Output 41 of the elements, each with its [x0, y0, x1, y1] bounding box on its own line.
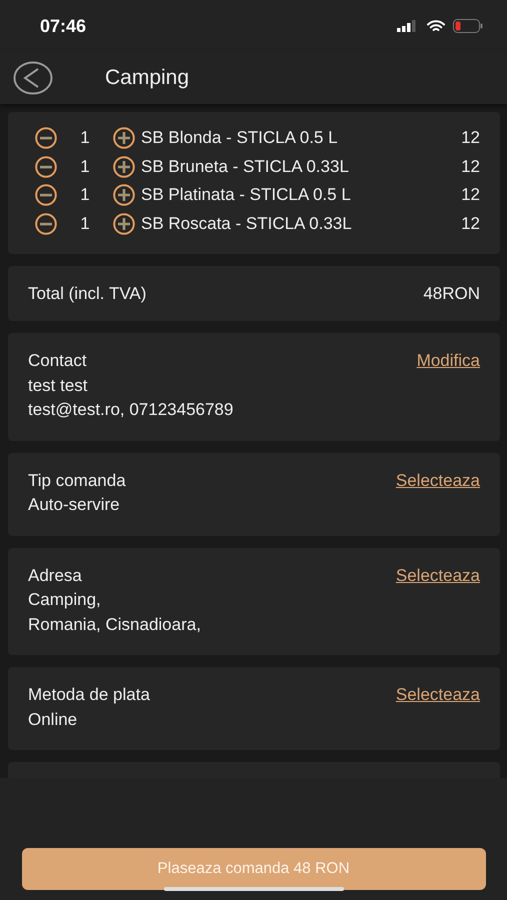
section-action-link[interactable]: Selecteaza	[396, 683, 480, 708]
plus-icon[interactable]	[113, 127, 135, 150]
item-quantity: 1	[79, 156, 91, 177]
back-icon[interactable]	[13, 61, 53, 95]
item-name: SB Roscata - STICLA 0.33L	[141, 214, 353, 234]
section-detail: Camping,	[28, 589, 102, 611]
total-value: 48RON	[423, 284, 480, 304]
page-title: Camping	[105, 66, 190, 90]
minus-icon[interactable]	[35, 212, 57, 235]
plus-icon[interactable]	[113, 212, 135, 235]
item-price: 12	[461, 214, 480, 234]
item-price: 12	[461, 128, 480, 148]
item-quantity: 1	[79, 214, 91, 234]
section-detail: Online	[28, 708, 78, 730]
item-quantity: 1	[79, 128, 91, 148]
section-title: Tip comanda	[28, 470, 126, 492]
section-detail: test test	[28, 374, 89, 396]
item-name: SB Platinata - STICLA 0.5 L	[141, 185, 352, 206]
item-price: 12	[461, 156, 480, 177]
minus-icon[interactable]	[35, 156, 57, 178]
section-action-link[interactable]: Selecteaza	[396, 468, 480, 493]
section-title: Contact	[28, 350, 87, 372]
wifi-icon	[427, 20, 445, 32]
total-label: Total (incl. TVA)	[28, 284, 146, 304]
minus-icon[interactable]	[35, 184, 57, 206]
item-name: SB Bruneta - STICLA 0.33L	[141, 156, 350, 177]
status-time: 07:46	[40, 16, 86, 36]
plus-icon[interactable]	[113, 156, 135, 178]
section-title: Adresa	[28, 564, 82, 586]
battery-icon	[453, 19, 483, 33]
section-detail: Romania, Cisnadioara,	[28, 614, 202, 636]
item-price: 12	[461, 185, 480, 206]
item-quantity: 1	[79, 185, 91, 206]
section-detail: test@test.ro, 07123456789	[28, 399, 234, 421]
item-name: SB Blonda - STICLA 0.5 L	[141, 128, 339, 148]
section-action-link[interactable]: Selecteaza	[396, 564, 480, 588]
plus-icon[interactable]	[113, 184, 135, 206]
minus-icon[interactable]	[35, 127, 57, 150]
section-detail: Auto-servire	[28, 494, 121, 516]
section-action-link[interactable]: Modifica	[416, 349, 480, 374]
section-title: Metoda de plata	[28, 684, 150, 706]
